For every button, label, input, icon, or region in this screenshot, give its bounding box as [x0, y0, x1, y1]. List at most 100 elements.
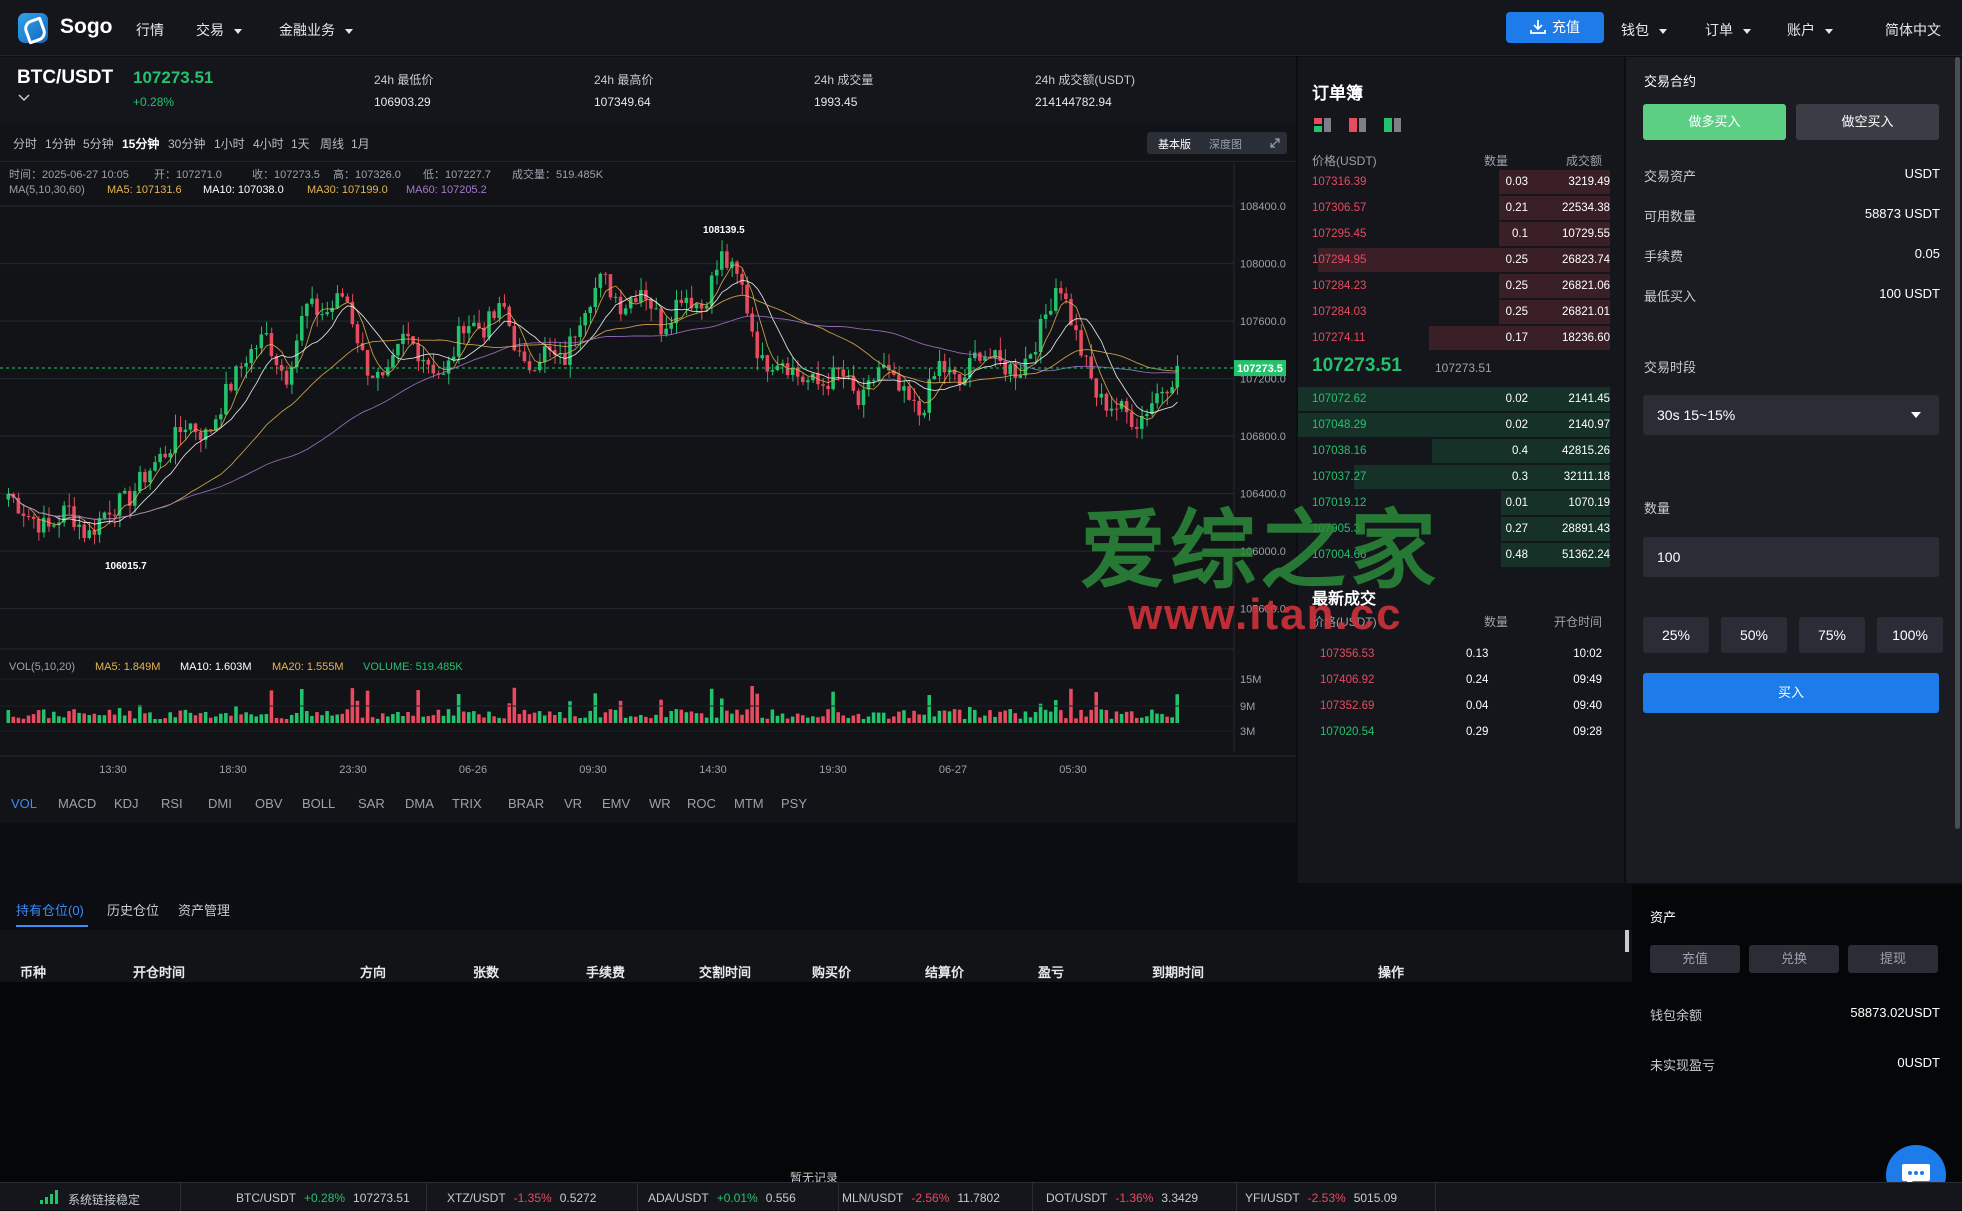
indicator-tab[interactable]: EMV: [602, 796, 630, 811]
indicator-tab[interactable]: MACD: [58, 796, 96, 811]
volume-bar: [279, 718, 284, 723]
column-header: 结算价: [925, 965, 965, 980]
period-select[interactable]: 30s 15~15%: [1643, 395, 1939, 435]
indicator-tab[interactable]: RSI: [161, 796, 183, 811]
status-ticker-item[interactable]: DOT/USDT -1.36% 3.3429: [1046, 1191, 1198, 1205]
candle: [143, 471, 147, 483]
bid-row[interactable]: 107038.16 0.4 42815.26: [1298, 438, 1624, 464]
chevron-down-icon: [1911, 412, 1921, 418]
trade-panel-scrollbar[interactable]: [1955, 57, 1960, 829]
bid-row[interactable]: 107005.3 0.27 28891.43: [1298, 516, 1624, 542]
bid-row[interactable]: 107037.27 0.3 32111.18: [1298, 464, 1624, 490]
ask-row[interactable]: 107306.57 0.21 22534.38: [1298, 195, 1624, 221]
view-bids-icon[interactable]: [1384, 118, 1401, 132]
indicator-tab[interactable]: VOL: [11, 796, 37, 811]
nav-account[interactable]: 账户: [1787, 20, 1833, 40]
period-select-value: 30s 15~15%: [1657, 407, 1736, 423]
volume-bar: [537, 711, 542, 723]
volume-bar: [1129, 711, 1134, 723]
ask-row[interactable]: 107284.23 0.25 26821.06: [1298, 273, 1624, 299]
volume-bar: [962, 718, 967, 723]
buy-submit-button[interactable]: 买入: [1643, 673, 1939, 713]
candle: [492, 311, 496, 319]
pct-100-button[interactable]: 100%: [1877, 617, 1943, 653]
ask-row[interactable]: 107295.45 0.1 10729.55: [1298, 221, 1624, 247]
status-ticker-item[interactable]: ADA/USDT +0.01% 0.556: [648, 1191, 796, 1205]
tab-history-positions[interactable]: 历史仓位: [107, 900, 159, 919]
trade-price: 107352.69: [1320, 700, 1375, 712]
exchange-button[interactable]: 兑换: [1749, 945, 1839, 973]
candle: [922, 412, 926, 416]
volume-bar: [345, 709, 350, 723]
bid-row[interactable]: 107004.66 0.48 51362.24: [1298, 542, 1624, 568]
trade-row: 107356.53 0.13 10:02: [1298, 641, 1624, 667]
pct-25-button[interactable]: 25%: [1643, 617, 1709, 653]
ask-price: 107284.23: [1312, 280, 1367, 292]
indicator-tab[interactable]: KDJ: [114, 796, 139, 811]
bid-row[interactable]: 107019.12 0.01 1070.19: [1298, 490, 1624, 516]
indicator-tab[interactable]: MTM: [734, 796, 764, 811]
view-both-icon[interactable]: [1314, 118, 1331, 132]
ticker-pair: MLN/USDT: [842, 1191, 904, 1205]
chevron-down-icon[interactable]: [18, 94, 30, 102]
bid-row[interactable]: 107072.62 0.02 2141.45: [1298, 386, 1624, 412]
candle: [573, 336, 577, 338]
tab-asset-management[interactable]: 资产管理: [178, 900, 230, 919]
status-ticker-item[interactable]: YFI/USDT -2.53% 5015.09: [1245, 1191, 1397, 1205]
quantity-input[interactable]: [1643, 537, 1939, 577]
kline-canvas[interactable]: 108400.0108000.0107600.0107200.0106800.0…: [0, 123, 1296, 823]
nav-wallet[interactable]: 钱包: [1621, 20, 1667, 40]
column-header: 到期时间: [1152, 965, 1205, 980]
volume-bar: [441, 715, 446, 723]
time-tick: 23:30: [339, 764, 367, 776]
nav-trade[interactable]: 交易: [196, 20, 242, 40]
indicator-tab[interactable]: BRAR: [508, 796, 544, 811]
ask-amount: 26823.74: [1562, 254, 1610, 266]
bid-amount: 1070.19: [1568, 497, 1610, 509]
indicator-tab[interactable]: DMI: [208, 796, 232, 811]
buy-long-button[interactable]: 做多买入: [1643, 104, 1786, 140]
deposit-button[interactable]: 充值: [1650, 945, 1740, 973]
indicator-tab[interactable]: SAR: [358, 796, 385, 811]
pct-75-button[interactable]: 75%: [1799, 617, 1865, 653]
trade-price: 107020.54: [1320, 726, 1375, 738]
volume-bar: [1008, 709, 1013, 723]
indicator-tab[interactable]: DMA: [405, 796, 434, 811]
tab-open-positions[interactable]: 持有仓位(0): [16, 900, 84, 919]
status-ticker-item[interactable]: XTZ/USDT -1.35% 0.5272: [447, 1191, 596, 1205]
positions-scrollbar[interactable]: [1625, 930, 1629, 952]
nav-finance[interactable]: 金融业务: [279, 20, 353, 40]
ask-qty: 0.03: [1505, 176, 1528, 188]
pair-selector[interactable]: BTC/USDT: [17, 67, 113, 89]
pct-50-button[interactable]: 50%: [1721, 617, 1787, 653]
candle: [952, 369, 957, 375]
bid-qty: 0.27: [1505, 523, 1528, 535]
ask-row[interactable]: 107316.39 0.03 3219.49: [1298, 169, 1624, 195]
withdraw-button[interactable]: 提现: [1848, 945, 1938, 973]
status-ticker-item[interactable]: BTC/USDT +0.28% 107273.51: [236, 1191, 410, 1205]
ask-row[interactable]: 107284.03 0.25 26821.01: [1298, 299, 1624, 325]
indicator-tab[interactable]: PSY: [781, 796, 807, 811]
indicator-tab[interactable]: WR: [649, 796, 671, 811]
ask-row[interactable]: 107274.11 0.17 18236.60: [1298, 325, 1624, 351]
indicator-tab[interactable]: TRIX: [452, 796, 482, 811]
indicator-tab[interactable]: VR: [564, 796, 582, 811]
indicator-tab[interactable]: ROC: [687, 796, 716, 811]
volume-bar: [1089, 709, 1093, 723]
indicator-tab[interactable]: BOLL: [302, 796, 335, 811]
bid-row[interactable]: 107048.29 0.02 2140.97: [1298, 412, 1624, 438]
trade-panel-title: 交易合约: [1644, 74, 1697, 89]
volume-bar: [967, 706, 972, 723]
app-logo-text[interactable]: Sogo: [60, 15, 113, 39]
status-ticker-item[interactable]: MLN/USDT -2.56% 11.7802: [842, 1191, 1000, 1205]
nav-orders[interactable]: 订单: [1705, 20, 1751, 40]
buy-short-button[interactable]: 做空买入: [1796, 104, 1939, 140]
ask-row[interactable]: 107294.95 0.25 26823.74: [1298, 247, 1624, 273]
indicator-tab[interactable]: OBV: [255, 796, 282, 811]
nav-market[interactable]: 行情: [136, 20, 164, 40]
logo-icon[interactable]: [18, 13, 48, 43]
recharge-button[interactable]: 充值: [1506, 12, 1604, 43]
language-selector[interactable]: 简体中文: [1885, 20, 1941, 40]
view-asks-icon[interactable]: [1349, 118, 1366, 132]
volume-bar: [598, 717, 603, 723]
